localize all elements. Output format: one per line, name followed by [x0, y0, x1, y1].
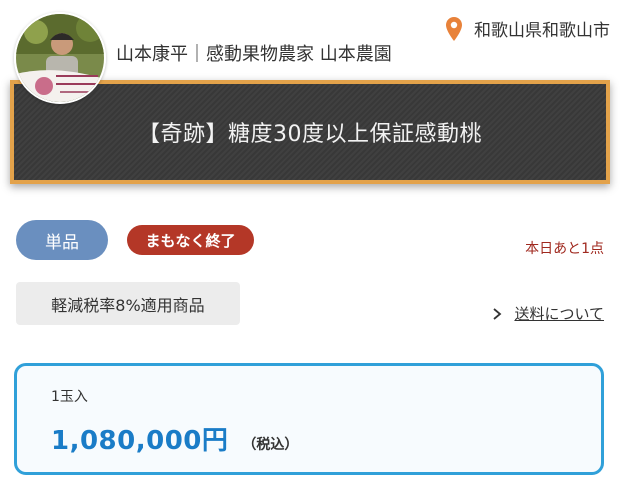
- title-banner: 【奇跡】糖度30度以上保証感動桃: [10, 80, 610, 184]
- shipping-info-link[interactable]: 送料について: [492, 303, 604, 324]
- farmer-photo: [16, 14, 104, 102]
- price-row: 1,080,000円 （税込）: [51, 420, 298, 457]
- chevron-right-icon: [493, 307, 502, 320]
- avatar[interactable]: [14, 12, 106, 104]
- product-title: 【奇跡】糖度30度以上保証感動桃: [138, 122, 482, 147]
- single-item-badge: 単品: [16, 220, 108, 260]
- location-text: 和歌山県和歌山市: [474, 21, 610, 41]
- location-pin-icon: [446, 16, 462, 41]
- tax-included-note: （税込）: [242, 437, 299, 453]
- reduced-tax-label: 軽減税率8%適用商品: [16, 282, 240, 325]
- variant-label: 1玉入: [51, 389, 88, 405]
- price-option-box[interactable]: 1玉入 1,080,000円 （税込）: [14, 363, 604, 475]
- location: 和歌山県和歌山市: [446, 16, 610, 41]
- price: 1,080,000円: [51, 426, 229, 456]
- remaining-stock: 本日あと1点: [525, 241, 604, 257]
- ending-soon-badge: まもなく終了: [127, 225, 254, 255]
- product-page: 和歌山県和歌山市 山本康平｜感動果物農家 山本農園 【奇跡】糖度30度以上保証感…: [0, 0, 624, 483]
- farmer-name[interactable]: 山本康平｜感動果物農家 山本農園: [116, 40, 392, 66]
- shipping-link-label[interactable]: 送料について: [514, 303, 604, 324]
